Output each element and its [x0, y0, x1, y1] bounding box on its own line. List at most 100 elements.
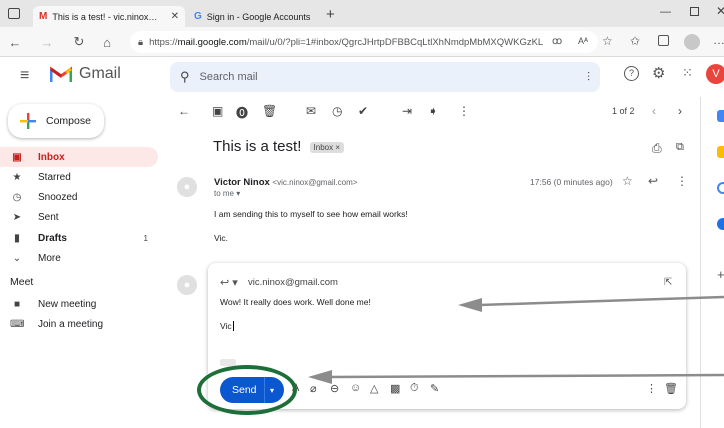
videocam-icon: ■ [13, 298, 21, 310]
read-aloud-icon[interactable]: Aᴬ [578, 36, 588, 46]
snooze-icon[interactable]: ◷ [332, 104, 342, 118]
back-icon[interactable]: ← [6, 33, 24, 51]
insert-photo-icon[interactable]: ▩ [390, 382, 400, 395]
star-message-icon[interactable]: ☆ [622, 174, 633, 188]
account-avatar[interactable]: V [706, 64, 724, 84]
tab-gmail[interactable]: M This is a test! - vic.ninox@gmail.c ✕ [33, 6, 185, 27]
sidebar-item-sent[interactable]: ➤ Sent [0, 207, 158, 227]
sidebar-item-snoozed[interactable]: ◷ Snoozed [0, 187, 158, 207]
inbox-label-chip[interactable]: Inbox × [309, 141, 344, 153]
meet-new-meeting[interactable]: ■ New meeting [0, 294, 158, 314]
mark-unread-icon[interactable]: ✉ [306, 104, 316, 118]
meet-item-label: Join a meeting [38, 318, 104, 330]
tasks-icon[interactable] [717, 182, 724, 194]
tab-actions-icon[interactable] [8, 8, 20, 19]
forward-icon[interactable]: → [38, 33, 56, 51]
reader-icon[interactable]: ꝏ [552, 36, 562, 47]
reply-body-line: Wow! It really does work. Well done me! [220, 297, 371, 307]
gmail-header: ≡ Gmail ⚲ Search mail ⫶ ? ⚙ ⁙ V [0, 57, 724, 97]
maximize-icon[interactable] [690, 7, 699, 16]
drive-icon[interactable]: △ [370, 382, 378, 395]
add-to-tasks-icon[interactable]: ✔ [358, 104, 368, 118]
meet-heading: Meet [10, 276, 34, 288]
reply-body-field[interactable]: Wow! It really does work. Well done me! … [220, 297, 660, 367]
sidebar-item-drafts[interactable]: ▮ Drafts 1 [0, 228, 158, 248]
message-time: 17:56 (0 minutes ago) [530, 177, 613, 187]
account-avatar-letter: V [712, 68, 720, 80]
reload-icon[interactable]: ↻ [70, 33, 88, 51]
tab-close-icon[interactable]: ✕ [315, 11, 316, 22]
tab-close-icon[interactable]: ✕ [171, 11, 179, 22]
discard-draft-icon[interactable]: 🗑︎ [664, 382, 678, 395]
home-icon[interactable]: ⌂ [98, 33, 116, 51]
print-icon[interactable]: ⎙ [652, 141, 662, 156]
search-icon[interactable]: ⚲ [180, 69, 190, 85]
chevron-down-icon: ⌄ [12, 252, 22, 264]
archive-icon[interactable]: ▣ [212, 104, 223, 118]
url-path: /mail/u/0/?pli=1#inbox/QgrcJHrtpDFBBCqLt… [246, 36, 544, 48]
sender-avatar[interactable]: ● [177, 177, 197, 197]
label-icon[interactable]: ➧ [428, 104, 438, 118]
sidebar-item-label: Drafts [38, 232, 67, 244]
confidential-mode-icon[interactable]: ⏱ [410, 382, 419, 395]
more-options-icon[interactable]: ⋮ [646, 382, 657, 395]
message-more-icon[interactable]: ⋮ [676, 174, 688, 188]
signature-icon[interactable]: ✎ [430, 382, 439, 395]
delete-icon[interactable]: 🗑︎ [262, 104, 277, 118]
message-body-line: I am sending this to myself to see how e… [214, 209, 408, 219]
search-input[interactable]: ⚲ Search mail ⫶ [170, 62, 600, 92]
reply-icon[interactable]: ↩ [648, 174, 658, 188]
popout-reply-icon[interactable]: ⇱ [664, 277, 672, 288]
get-addons-icon[interactable]: + [717, 267, 724, 282]
inbox-icon: ▣ [12, 151, 22, 163]
clock-icon: ◷ [12, 191, 22, 203]
gmail-favicon-icon: M [39, 11, 48, 22]
sidebar-item-inbox[interactable]: ▣ Inbox [0, 147, 158, 167]
move-to-icon[interactable]: ⇥ [402, 104, 412, 118]
report-spam-icon[interactable]: ⓿ [236, 104, 248, 121]
meet-join-meeting[interactable]: ⌨ Join a meeting [0, 314, 158, 334]
keep-icon[interactable] [717, 146, 724, 158]
reply-type-dropdown[interactable]: ↩ ▾ [220, 276, 238, 289]
sidebar-item-starred[interactable]: ★ Starred [0, 167, 158, 187]
emoji-icon[interactable]: ☺ [350, 382, 361, 394]
collections-icon[interactable] [658, 35, 669, 46]
sidebar-item-more[interactable]: ⌄ More [0, 248, 158, 268]
more-actions-icon[interactable]: ⋮ [458, 104, 470, 118]
browser-tab-bar: M This is a test! - vic.ninox@gmail.c ✕ … [0, 0, 724, 27]
settings-gear-icon[interactable]: ⚙ [652, 64, 665, 82]
url-field[interactable]: 🔒︎ https://mail.google.com/mail/u/0/?pli… [130, 31, 598, 53]
close-window-icon[interactable]: ✕ [716, 4, 724, 18]
sidebar-item-label: Inbox [38, 151, 65, 163]
reply-recipient[interactable]: vic.ninox@gmail.com [248, 277, 338, 288]
compose-label: Compose [46, 115, 91, 127]
url-prefix: https:// [149, 36, 178, 48]
url-host: mail.google.com [177, 36, 247, 48]
open-new-window-icon[interactable]: ⧉ [676, 141, 684, 154]
main-menu-icon[interactable]: ≡ [20, 67, 29, 85]
recipient-toggle[interactable]: to me ▾ [214, 189, 240, 198]
favorite-icon[interactable]: ☆ [602, 34, 613, 48]
older-icon[interactable]: › [678, 104, 682, 118]
apps-grid-icon[interactable]: ⁙ [682, 65, 693, 81]
tab-google-accounts[interactable]: G Sign in - Google Accounts ✕ [188, 6, 316, 27]
browser-menu-icon[interactable]: … [713, 33, 724, 47]
insert-link-icon[interactable]: ⊖ [330, 382, 339, 395]
search-options-icon[interactable]: ⫶ [587, 70, 590, 85]
new-tab-button[interactable]: + [326, 6, 335, 23]
calendar-icon[interactable] [717, 110, 724, 122]
attach-file-icon[interactable]: ⌀ [310, 382, 317, 395]
back-to-inbox-icon[interactable]: ← [178, 104, 190, 118]
lock-icon: 🔒︎ [138, 36, 144, 48]
gmail-logo[interactable]: Gmail [50, 65, 121, 83]
support-icon[interactable]: ? [624, 66, 639, 81]
sender-name[interactable]: Victor Ninox [214, 177, 270, 188]
newer-icon[interactable]: ‹ [652, 104, 656, 118]
contacts-icon[interactable] [717, 218, 724, 230]
sender-line: Victor Ninox <vic.ninox@gmail.com> [214, 177, 357, 188]
email-subject: This is a test! Inbox × [213, 138, 344, 155]
profile-avatar[interactable] [684, 34, 700, 50]
minimize-icon[interactable]: — [660, 6, 671, 18]
compose-button[interactable]: Compose [8, 104, 104, 138]
favorites-bar-icon[interactable]: ✩ [630, 34, 640, 48]
